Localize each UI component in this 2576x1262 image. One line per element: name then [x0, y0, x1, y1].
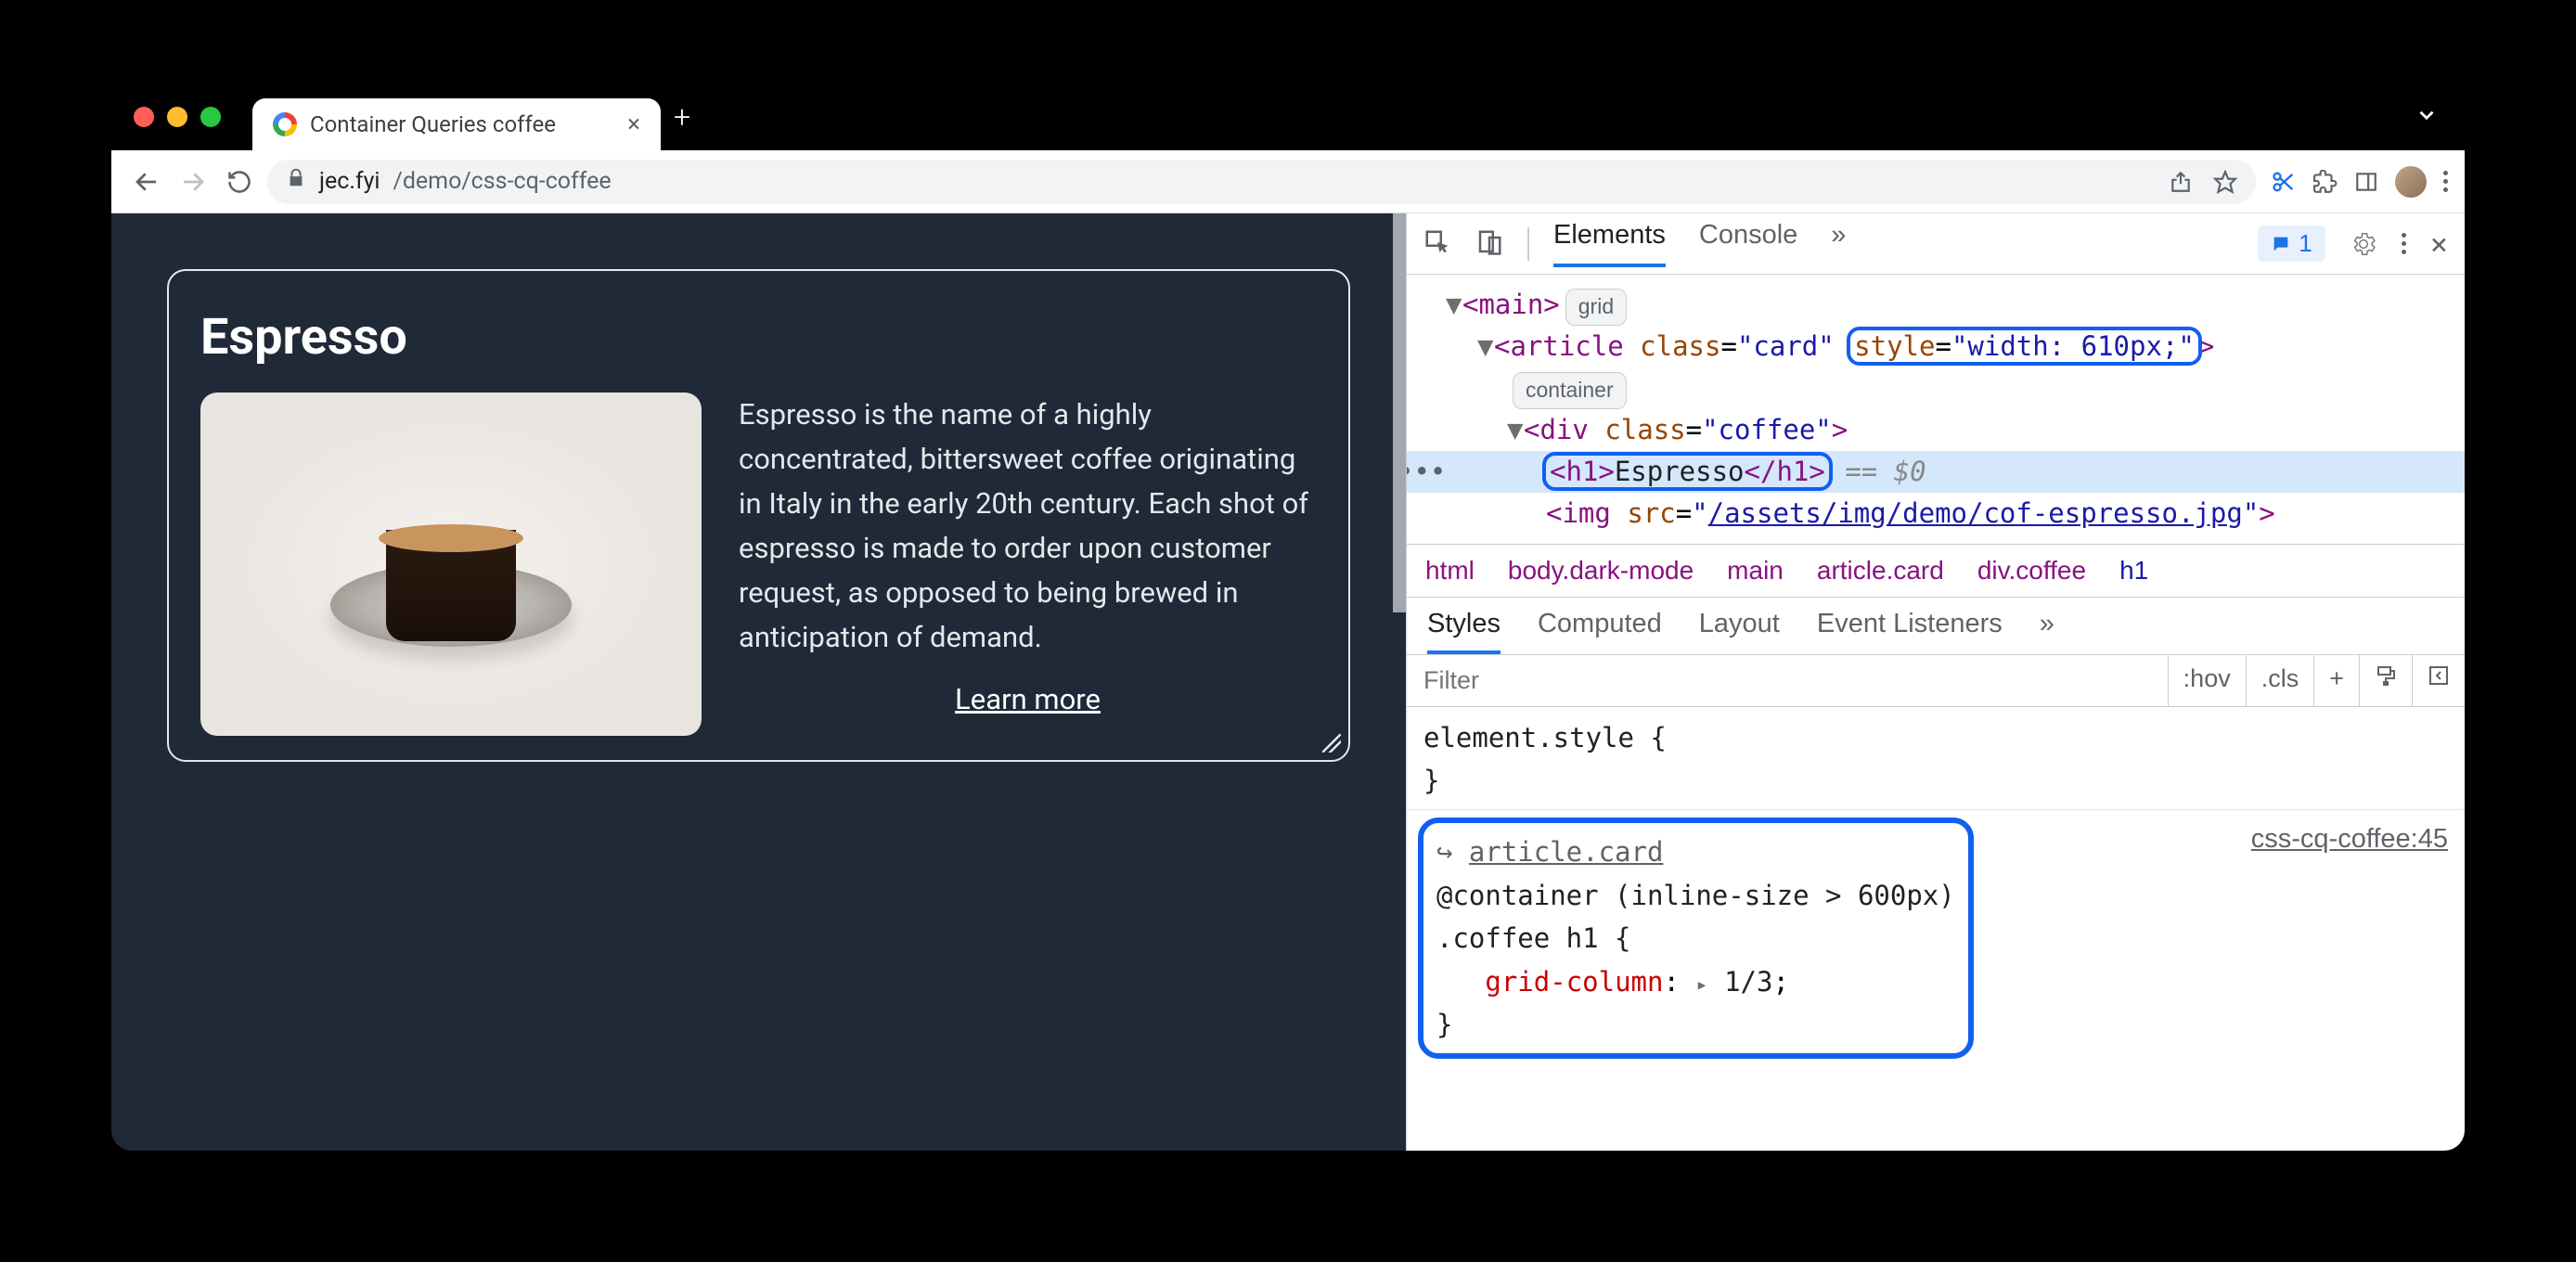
page-scrollbar[interactable]: [1393, 213, 1406, 612]
share-icon[interactable]: [2169, 170, 2193, 194]
tab-console[interactable]: Console: [1699, 220, 1797, 267]
tab-overflow-icon[interactable]: [2415, 103, 2439, 131]
forward-button[interactable]: [174, 168, 212, 196]
reload-button[interactable]: [221, 169, 258, 195]
subtab-layout[interactable]: Layout: [1699, 609, 1780, 654]
back-button[interactable]: [128, 168, 165, 196]
collapse-icon[interactable]: [2412, 655, 2465, 706]
url-host: jec.fyi: [319, 168, 380, 195]
maximize-window-button[interactable]: [200, 107, 221, 127]
subtab-event[interactable]: Event Listeners: [1817, 609, 2003, 654]
minimize-window-button[interactable]: [167, 107, 187, 127]
styles-filter-bar: :hov .cls +: [1407, 655, 2465, 707]
breadcrumb[interactable]: html body.dark-mode main article.card di…: [1407, 544, 2465, 598]
tab-elements[interactable]: Elements: [1553, 220, 1666, 267]
close-window-button[interactable]: [134, 107, 154, 127]
new-tab-button[interactable]: +: [674, 99, 690, 135]
favicon-icon: [273, 112, 297, 136]
browser-tab[interactable]: Container Queries coffee ×: [252, 98, 661, 150]
issues-count: 1: [2299, 229, 2312, 258]
page-preview: Espresso Espresso is the name of a highl…: [111, 213, 1406, 1151]
styles-subtabs: Styles Computed Layout Event Listeners »: [1407, 598, 2465, 655]
rule-source-link[interactable]: css-cq-coffee:45: [2251, 818, 2448, 860]
extensions-icon[interactable]: [2313, 170, 2338, 194]
lock-icon: [286, 168, 306, 195]
subtab-computed[interactable]: Computed: [1538, 609, 1662, 654]
omnibox[interactable]: jec.fyi/demo/css-cq-coffee: [267, 160, 2256, 204]
tabs-overflow-icon[interactable]: »: [1831, 220, 1846, 267]
subtab-styles[interactable]: Styles: [1427, 609, 1501, 654]
tab-close-icon[interactable]: ×: [627, 110, 640, 138]
browser-menu-icon[interactable]: [2443, 171, 2448, 192]
card-heading: Espresso: [200, 308, 1317, 367]
coffee-card: Espresso Espresso is the name of a highl…: [167, 269, 1350, 762]
profile-avatar[interactable]: [2395, 166, 2427, 198]
devtools-menu-icon[interactable]: [2402, 233, 2406, 254]
card-description: Espresso is the name of a highly concent…: [739, 393, 1317, 660]
devtools-panel: Elements Console » 1 ×: [1406, 213, 2465, 1151]
devtools-close-icon[interactable]: ×: [2430, 226, 2448, 262]
new-rule-icon[interactable]: +: [2313, 655, 2359, 706]
style-rules[interactable]: element.style { } css-cq-coffee:45 ↪ art…: [1407, 707, 2465, 1063]
device-toggle-icon[interactable]: [1475, 228, 1503, 260]
url-bar: jec.fyi/demo/css-cq-coffee: [111, 150, 2465, 213]
paint-icon[interactable]: [2359, 655, 2412, 706]
issues-badge[interactable]: 1: [2258, 225, 2325, 262]
devtools-toolbar: Elements Console » 1 ×: [1407, 213, 2465, 275]
styles-filter-input[interactable]: [1407, 655, 2168, 706]
subtabs-overflow-icon[interactable]: »: [2040, 609, 2054, 654]
side-panel-icon[interactable]: [2354, 170, 2378, 194]
browser-window: Container Queries coffee × +: [111, 84, 2465, 1151]
cls-toggle[interactable]: .cls: [2246, 655, 2314, 706]
url-path: /demo/css-cq-coffee: [393, 168, 612, 195]
tab-title: Container Queries coffee: [310, 111, 614, 137]
dom-tree[interactable]: ▼<main>grid ▼<article class="card" style…: [1407, 275, 2465, 544]
hov-toggle[interactable]: :hov: [2168, 655, 2246, 706]
inspect-icon[interactable]: [1423, 228, 1451, 260]
coffee-image: [200, 393, 702, 736]
window-controls[interactable]: [134, 107, 221, 127]
settings-gear-icon[interactable]: [2350, 230, 2377, 258]
bookmark-star-icon[interactable]: [2213, 170, 2237, 194]
scissors-icon[interactable]: [2271, 169, 2297, 195]
tab-strip: Container Queries coffee × +: [111, 84, 2465, 150]
learn-more-link[interactable]: Learn more: [739, 682, 1317, 716]
